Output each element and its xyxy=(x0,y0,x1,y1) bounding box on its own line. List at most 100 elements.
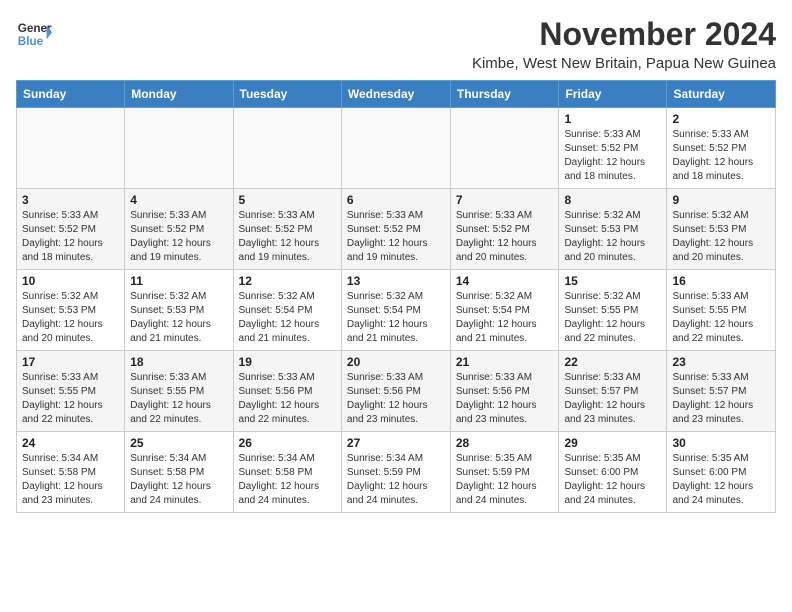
title-section: November 2024 Kimbe, West New Britain, P… xyxy=(472,16,776,72)
calendar-cell: 22 Sunrise: 5:33 AMSunset: 5:57 PMDayligh… xyxy=(559,351,667,432)
calendar-cell: 9 Sunrise: 5:32 AMSunset: 5:53 PMDaylight… xyxy=(667,189,776,270)
calendar-cell: 29 Sunrise: 5:35 AMSunset: 6:00 PMDayligh… xyxy=(559,432,667,513)
day-info: Sunrise: 5:33 AMSunset: 5:56 PMDaylight:… xyxy=(239,371,336,427)
day-number: 21 xyxy=(456,355,554,369)
day-info: Sunrise: 5:32 AMSunset: 5:53 PMDaylight:… xyxy=(22,290,119,346)
day-info: Sunrise: 5:33 AMSunset: 5:52 PMDaylight:… xyxy=(456,209,554,265)
day-number: 27 xyxy=(347,436,445,450)
day-number: 15 xyxy=(564,274,661,288)
logo: General Blue xyxy=(16,16,52,52)
calendar-cell: 10 Sunrise: 5:32 AMSunset: 5:53 PMDayligh… xyxy=(17,270,125,351)
calendar-cell: 21 Sunrise: 5:33 AMSunset: 5:56 PMDayligh… xyxy=(450,351,559,432)
calendar-cell: 6Sunrise: 5:33 AMSunset: 5:52 PMDaylight… xyxy=(341,189,450,270)
day-number: 7 xyxy=(456,193,554,207)
calendar-cell: 14 Sunrise: 5:32 AMSunset: 5:54 PMDayligh… xyxy=(450,270,559,351)
day-number: 19 xyxy=(239,355,336,369)
day-number: 22 xyxy=(564,355,661,369)
calendar-cell: 7 Sunrise: 5:33 AMSunset: 5:52 PMDaylight… xyxy=(450,189,559,270)
svg-text:Blue: Blue xyxy=(18,35,44,48)
day-info: Sunrise: 5:33 AMSunset: 5:52 PMDaylight:… xyxy=(564,128,661,184)
day-info: Sunrise: 5:32 AMSunset: 5:53 PMDaylight:… xyxy=(672,209,770,265)
day-number: 30 xyxy=(672,436,770,450)
day-number: 17 xyxy=(22,355,119,369)
day-info: Sunrise: 5:32 AMSunset: 5:54 PMDaylight:… xyxy=(239,290,336,346)
day-info: Sunrise: 5:32 AMSunset: 5:54 PMDaylight:… xyxy=(347,290,445,346)
day-number: 12 xyxy=(239,274,336,288)
day-info: Sunrise: 5:35 AMSunset: 6:00 PMDaylight:… xyxy=(564,452,661,508)
day-number: 20 xyxy=(347,355,445,369)
day-info: Sunrise: 5:32 AMSunset: 5:53 PMDaylight:… xyxy=(130,290,227,346)
calendar-cell: 2 Sunrise: 5:33 AMSunset: 5:52 PMDaylight… xyxy=(667,108,776,189)
calendar-header-row: SundayMondayTuesdayWednesdayThursdayFrid… xyxy=(17,81,776,108)
day-info: Sunrise: 5:33 AMSunset: 5:52 PMDaylight:… xyxy=(130,209,227,265)
day-number: 9 xyxy=(672,193,770,207)
day-info: Sunrise: 5:33 AMSunset: 5:55 PMDaylight:… xyxy=(672,290,770,346)
calendar-cell: 8Sunrise: 5:32 AMSunset: 5:53 PMDaylight… xyxy=(559,189,667,270)
day-info: Sunrise: 5:34 AMSunset: 5:58 PMDaylight:… xyxy=(130,452,227,508)
calendar-cell: 4 Sunrise: 5:33 AMSunset: 5:52 PMDaylight… xyxy=(125,189,233,270)
day-header-friday: Friday xyxy=(559,81,667,108)
day-info: Sunrise: 5:33 AMSunset: 5:56 PMDaylight:… xyxy=(347,371,445,427)
day-header-saturday: Saturday xyxy=(667,81,776,108)
calendar-cell: 28 Sunrise: 5:35 AMSunset: 5:59 PMDayligh… xyxy=(450,432,559,513)
calendar-cell: 12 Sunrise: 5:32 AMSunset: 5:54 PMDayligh… xyxy=(233,270,341,351)
calendar-cell xyxy=(125,108,233,189)
calendar-cell: 16 Sunrise: 5:33 AMSunset: 5:55 PMDayligh… xyxy=(667,270,776,351)
location-title: Kimbe, West New Britain, Papua New Guine… xyxy=(472,55,776,72)
day-info: Sunrise: 5:34 AMSunset: 5:58 PMDaylight:… xyxy=(239,452,336,508)
calendar-cell: 23Sunrise: 5:33 AMSunset: 5:57 PMDayligh… xyxy=(667,351,776,432)
day-info: Sunrise: 5:34 AMSunset: 5:58 PMDaylight:… xyxy=(22,452,119,508)
day-number: 29 xyxy=(564,436,661,450)
day-info: Sunrise: 5:32 AMSunset: 5:54 PMDaylight:… xyxy=(456,290,554,346)
calendar-cell: 13 Sunrise: 5:32 AMSunset: 5:54 PMDayligh… xyxy=(341,270,450,351)
calendar-cell: 27 Sunrise: 5:34 AMSunset: 5:59 PMDayligh… xyxy=(341,432,450,513)
calendar-cell: 1 Sunrise: 5:33 AMSunset: 5:52 PMDaylight… xyxy=(559,108,667,189)
day-number: 2 xyxy=(672,112,770,126)
calendar-cell: 17 Sunrise: 5:33 AMSunset: 5:55 PMDayligh… xyxy=(17,351,125,432)
day-number: 25 xyxy=(130,436,227,450)
day-number: 14 xyxy=(456,274,554,288)
calendar-cell xyxy=(233,108,341,189)
day-number: 24 xyxy=(22,436,119,450)
calendar: SundayMondayTuesdayWednesdayThursdayFrid… xyxy=(16,80,776,513)
week-row-1: 1 Sunrise: 5:33 AMSunset: 5:52 PMDaylight… xyxy=(17,108,776,189)
day-info: Sunrise: 5:33 AMSunset: 5:52 PMDaylight:… xyxy=(22,209,119,265)
day-header-wednesday: Wednesday xyxy=(341,81,450,108)
day-info: Sunrise: 5:33 AMSunset: 5:55 PMDaylight:… xyxy=(22,371,119,427)
logo-icon: General Blue xyxy=(16,16,52,52)
day-info: Sunrise: 5:33 AMSunset: 5:52 PMDaylight:… xyxy=(239,209,336,265)
week-row-5: 24 Sunrise: 5:34 AMSunset: 5:58 PMDayligh… xyxy=(17,432,776,513)
day-info: Sunrise: 5:34 AMSunset: 5:59 PMDaylight:… xyxy=(347,452,445,508)
day-header-tuesday: Tuesday xyxy=(233,81,341,108)
day-info: Sunrise: 5:32 AMSunset: 5:55 PMDaylight:… xyxy=(564,290,661,346)
day-number: 13 xyxy=(347,274,445,288)
day-info: Sunrise: 5:35 AMSunset: 6:00 PMDaylight:… xyxy=(672,452,770,508)
calendar-cell: 25 Sunrise: 5:34 AMSunset: 5:58 PMDayligh… xyxy=(125,432,233,513)
week-row-3: 10 Sunrise: 5:32 AMSunset: 5:53 PMDayligh… xyxy=(17,270,776,351)
calendar-cell: 15 Sunrise: 5:32 AMSunset: 5:55 PMDayligh… xyxy=(559,270,667,351)
calendar-cell xyxy=(341,108,450,189)
day-number: 5 xyxy=(239,193,336,207)
day-header-sunday: Sunday xyxy=(17,81,125,108)
day-info: Sunrise: 5:33 AMSunset: 5:56 PMDaylight:… xyxy=(456,371,554,427)
day-header-monday: Monday xyxy=(125,81,233,108)
day-number: 4 xyxy=(130,193,227,207)
calendar-cell: 19 Sunrise: 5:33 AMSunset: 5:56 PMDayligh… xyxy=(233,351,341,432)
day-number: 8 xyxy=(564,193,661,207)
day-number: 16 xyxy=(672,274,770,288)
calendar-cell: 5 Sunrise: 5:33 AMSunset: 5:52 PMDaylight… xyxy=(233,189,341,270)
calendar-cell: 20 Sunrise: 5:33 AMSunset: 5:56 PMDayligh… xyxy=(341,351,450,432)
week-row-4: 17 Sunrise: 5:33 AMSunset: 5:55 PMDayligh… xyxy=(17,351,776,432)
day-info: Sunrise: 5:33 AMSunset: 5:57 PMDaylight:… xyxy=(564,371,661,427)
day-info: Sunrise: 5:33 AMSunset: 5:52 PMDaylight:… xyxy=(672,128,770,184)
day-number: 10 xyxy=(22,274,119,288)
day-info: Sunrise: 5:33 AMSunset: 5:55 PMDaylight:… xyxy=(130,371,227,427)
calendar-cell: 11Sunrise: 5:32 AMSunset: 5:53 PMDayligh… xyxy=(125,270,233,351)
day-number: 1 xyxy=(564,112,661,126)
day-number: 3 xyxy=(22,193,119,207)
calendar-cell: 18Sunrise: 5:33 AMSunset: 5:55 PMDayligh… xyxy=(125,351,233,432)
day-info: Sunrise: 5:35 AMSunset: 5:59 PMDaylight:… xyxy=(456,452,554,508)
week-row-2: 3 Sunrise: 5:33 AMSunset: 5:52 PMDaylight… xyxy=(17,189,776,270)
day-info: Sunrise: 5:33 AMSunset: 5:52 PMDaylight:… xyxy=(347,209,445,265)
day-number: 28 xyxy=(456,436,554,450)
